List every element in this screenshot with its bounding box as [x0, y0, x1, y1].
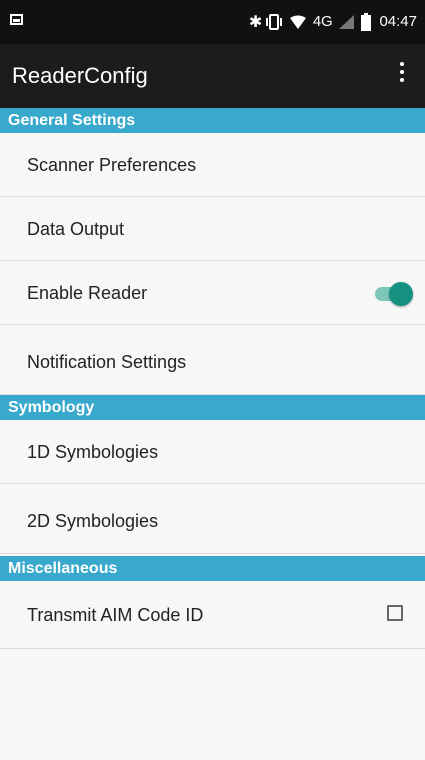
vibrate-icon [265, 14, 283, 30]
overflow-menu-icon [400, 70, 404, 74]
app-title: ReaderConfig [12, 63, 148, 88]
section-header-general-settings: General Settings [0, 108, 425, 133]
reader-config-screen: ✱ 4G 04:47 ReaderConfig General Settings… [0, 0, 425, 760]
settings-item-label: Transmit AIM Code ID [27, 605, 204, 625]
signal-icon [338, 14, 355, 30]
settings-item-notification-settings[interactable]: Notification Settings [0, 325, 425, 395]
settings-item-label: Scanner Preferences [27, 155, 197, 175]
settings-item-label: Notification Settings [27, 352, 187, 372]
enable-reader-toggle[interactable] [375, 280, 413, 306]
overflow-menu-icon [400, 78, 404, 82]
overflow-menu-icon [400, 62, 404, 66]
settings-item-label: Enable Reader [27, 283, 148, 303]
app-bar: ReaderConfig [0, 44, 425, 108]
settings-item-2d-symbologies[interactable]: 2D Symbologies [0, 484, 425, 554]
settings-item-transmit-aim-code-id[interactable]: Transmit AIM Code ID [0, 581, 425, 649]
transmit-aim-code-id-checkbox[interactable] [387, 605, 403, 621]
settings-item-1d-symbologies[interactable]: 1D Symbologies [0, 420, 425, 484]
toggle-thumb [389, 282, 413, 306]
settings-item-label: Data Output [27, 219, 125, 239]
clock: 04:47 [379, 13, 417, 30]
overflow-menu-button[interactable] [389, 56, 415, 96]
bluetooth-icon: ✱ [248, 12, 263, 31]
battery-icon [361, 13, 372, 31]
status-icons: ✱ 4G 04:47 [249, 11, 417, 33]
section-header-miscellaneous: Miscellaneous [0, 556, 425, 581]
status-bar: ✱ 4G 04:47 [0, 0, 425, 44]
settings-item-scanner-preferences[interactable]: Scanner Preferences [0, 133, 425, 197]
section-header-symbology: Symbology [0, 395, 425, 420]
network-type-label: 4G [312, 13, 333, 30]
wifi-icon [289, 15, 307, 30]
settings-item-data-output[interactable]: Data Output [0, 197, 425, 261]
settings-item-label: 2D Symbologies [27, 511, 159, 531]
screenshot-icon [10, 14, 23, 25]
settings-item-label: 1D Symbologies [27, 442, 159, 462]
settings-item-enable-reader[interactable]: Enable Reader [0, 261, 425, 325]
